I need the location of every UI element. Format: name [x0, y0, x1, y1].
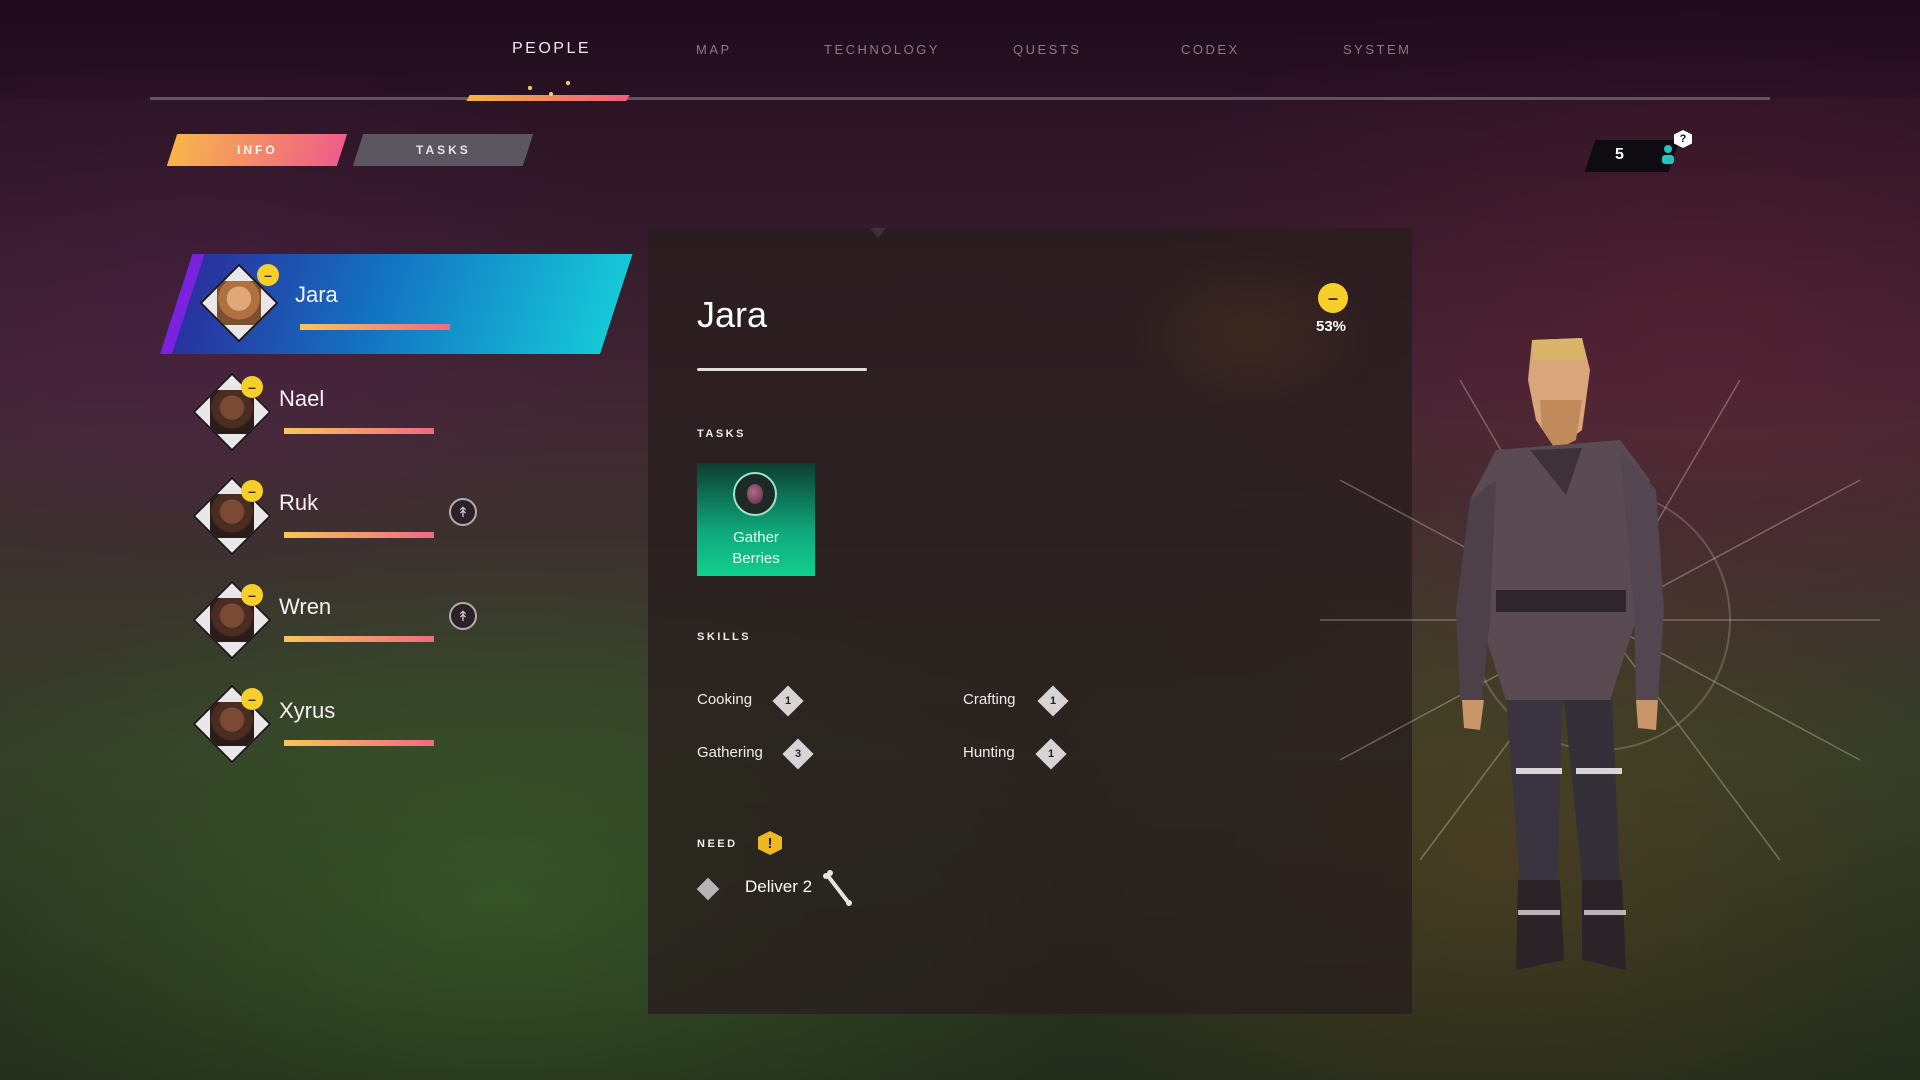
need-heading: NEED	[697, 838, 738, 850]
tab-technology[interactable]: TECHNOLOGY	[824, 42, 940, 57]
spark-dot	[566, 81, 570, 85]
tab-quests[interactable]: QUESTS	[1013, 42, 1081, 57]
title-underline	[697, 368, 867, 371]
neutral-mood-icon: –	[241, 480, 263, 502]
skill-level-badge: 1	[772, 685, 804, 717]
task-card-label: Gather Berries	[697, 527, 815, 569]
gather-task-icon[interactable]: ↟	[449, 498, 477, 526]
need-text: Deliver 2	[745, 877, 813, 896]
subtab-tasks-label: TASKS	[415, 143, 471, 157]
skill-level-badge: 3	[782, 738, 814, 770]
gather-task-icon[interactable]: ↟	[449, 602, 477, 630]
nav-divider	[150, 97, 1770, 100]
skill-level-badge: 1	[1037, 685, 1069, 717]
mood-bar	[284, 740, 434, 746]
tab-people[interactable]: PEOPLE	[512, 40, 591, 58]
skill-name: Hunting	[963, 744, 1015, 761]
skill-level-value: 1	[784, 695, 792, 707]
skills-heading: SKILLS	[697, 631, 752, 643]
subtab-info[interactable]: INFO	[166, 134, 348, 166]
subtab-info-label: INFO	[236, 143, 278, 157]
neutral-mood-icon: –	[241, 688, 263, 710]
subtab-tasks[interactable]: TASKS	[352, 134, 534, 166]
tab-map[interactable]: MAP	[696, 42, 732, 57]
tab-system[interactable]: SYSTEM	[1343, 42, 1411, 57]
bone-icon	[823, 870, 852, 906]
task-line-1: Gather	[733, 529, 779, 546]
mood-bar	[284, 428, 434, 434]
person-name: Xyrus	[279, 698, 336, 723]
active-tab-underline	[466, 95, 630, 101]
mood-bar	[284, 532, 434, 538]
neutral-mood-icon: –	[257, 264, 279, 286]
spark-dot	[549, 92, 553, 96]
skill-name: Crafting	[963, 691, 1016, 708]
tab-codex[interactable]: CODEX	[1181, 42, 1240, 57]
person-name: Wren	[279, 594, 332, 619]
skill-name: Gathering	[697, 744, 763, 761]
skill-level-value: 1	[1047, 748, 1055, 760]
neutral-mood-icon: –	[241, 584, 263, 606]
mood-bar	[284, 636, 434, 642]
skill-name: Cooking	[697, 691, 753, 708]
skill-level-value: 1	[1049, 695, 1057, 707]
skill-level-value: 3	[794, 748, 802, 760]
spark-dot	[528, 86, 532, 90]
mood-bar	[300, 324, 450, 330]
person-name: Nael	[279, 386, 325, 411]
person-name: Ruk	[279, 490, 319, 515]
neutral-mood-icon: –	[1318, 283, 1348, 313]
detail-name: Jara	[697, 294, 768, 335]
character-model	[1320, 338, 1880, 970]
berry-icon	[733, 472, 777, 516]
person-icon	[1662, 145, 1674, 164]
person-name: Jara	[295, 282, 338, 307]
top-navigation	[0, 0, 1920, 98]
tasks-heading: TASKS	[697, 428, 746, 440]
population-count: 5	[1615, 146, 1624, 163]
neutral-mood-icon: –	[241, 376, 263, 398]
task-line-2: Berries	[732, 550, 780, 567]
skill-level-badge: 1	[1035, 738, 1067, 770]
